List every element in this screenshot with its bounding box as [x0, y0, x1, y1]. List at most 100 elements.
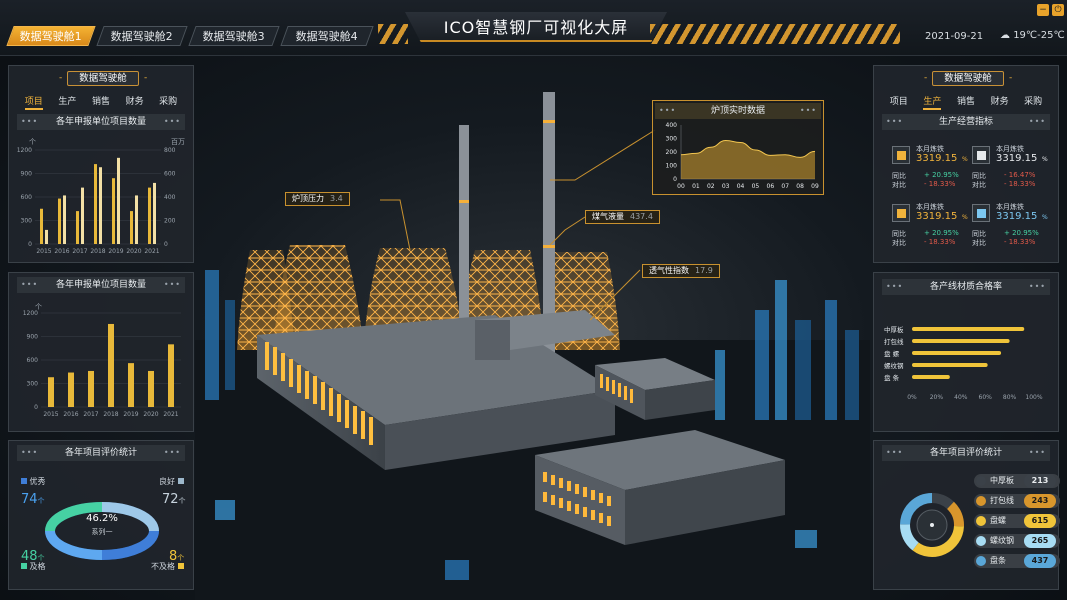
ring-center-label: 系列一: [91, 528, 113, 536]
subtab-sales[interactable]: 销售: [92, 94, 110, 110]
label-permeability-index[interactable]: 透气性指数 17.9: [642, 264, 720, 278]
realtime-header: ••• 炉顶实时数据 •••: [655, 103, 821, 119]
x-tick-label: 05: [752, 183, 760, 190]
dots-icon: •••: [21, 448, 39, 457]
bar: [168, 344, 174, 407]
list-item[interactable]: 打包线 243: [974, 494, 1060, 508]
label-name: 炉顶压力: [292, 194, 324, 203]
y2-tick-label: 800: [164, 147, 176, 154]
huanbi-value: - 18.33%: [1004, 180, 1036, 188]
y2-tick-label: 0: [164, 241, 168, 248]
dashboard-root: 炉顶压力 3.4 煤气液量 437.4 透气性指数 17.9 ••• 炉顶实时数据 •…: [0, 0, 1067, 600]
metric-card[interactable]: 本月炼铁 3319.15% 同比 + 20.95% 对比 - 18.33%: [892, 144, 972, 196]
weather: ☁ 19℃-25℃: [1000, 30, 1065, 41]
metric-card[interactable]: 本月炼铁 3319.15% 同比 - 16.47% 对比 - 18.33%: [972, 144, 1052, 196]
subtab-production[interactable]: 生产: [923, 94, 942, 110]
tab-cockpit-4[interactable]: 数据驾驶舱4: [280, 26, 374, 46]
bullet-icon: [976, 516, 986, 526]
item-value: 243: [1024, 494, 1056, 508]
metric-card[interactable]: 本月炼铁 3319.15% 同比 + 20.95% 对比 - 18.33%: [972, 202, 1052, 254]
subtab-finance[interactable]: 财务: [991, 94, 1009, 110]
subtab-purchase[interactable]: 采购: [1024, 94, 1042, 110]
subtab-finance[interactable]: 财务: [126, 94, 144, 110]
tab-label: 数据驾驶舱1: [19, 30, 82, 43]
legend-swatch: [21, 478, 27, 484]
dots-icon: •••: [886, 448, 904, 457]
bar: [94, 164, 97, 244]
x-tick-label: 2016: [54, 248, 69, 255]
x-tick-label: 0%: [907, 394, 917, 401]
good-label: 良好: [159, 477, 175, 486]
right-top-section-header: ••• 生产经营指标 •••: [882, 114, 1050, 130]
date-text: 2021-09-21: [925, 31, 984, 42]
item-value: 615: [1024, 514, 1056, 528]
left-axis-unit: 个: [29, 138, 36, 146]
minimize-icon[interactable]: −: [1037, 4, 1049, 16]
bar: [63, 195, 66, 244]
subtab-sales[interactable]: 销售: [957, 94, 975, 110]
category-label: 盘 螺: [884, 349, 900, 358]
dots-icon: •••: [1028, 282, 1046, 291]
tongbi-value: + 20.95%: [924, 171, 959, 179]
subtab-project[interactable]: 项目: [890, 94, 908, 110]
tab-cockpit-3[interactable]: 数据驾驶舱3: [188, 26, 280, 46]
cockpit-pill[interactable]: 数据驾驶舱: [67, 71, 139, 86]
dots-icon: •••: [21, 280, 39, 289]
bar: [68, 372, 74, 407]
bar: [58, 198, 61, 244]
item-value: 265: [1024, 534, 1056, 548]
bar: [148, 187, 151, 244]
list-item[interactable]: 螺纹钢 265: [974, 534, 1060, 548]
x-tick-label: 100%: [1025, 394, 1042, 401]
metric-value: 3319.15: [996, 153, 1038, 164]
category-label: 中厚板: [884, 325, 904, 334]
bar: [99, 167, 102, 244]
x-tick-label: 2021: [163, 411, 178, 418]
excellent-label: 优秀: [29, 477, 46, 486]
left-bottom-panel: ••• 各年项目评价统计 ••• 优秀 74个 良好 72个 48个 及格 8个: [8, 440, 194, 590]
x-tick-label: 00: [677, 183, 685, 190]
list-item[interactable]: 盘螺 615: [974, 514, 1060, 528]
bar: [912, 351, 1002, 355]
list-item[interactable]: 中厚板 213: [974, 474, 1060, 488]
bullet-icon: [976, 556, 986, 566]
pass-label: 及格: [29, 562, 46, 571]
right-top-panel: - 数据驾驶舱 - 项目 生产 销售 财务 采购 ••• 生产经营指标 ••• …: [873, 65, 1059, 263]
pill-deco-left: -: [924, 73, 928, 83]
category-label: 盘 条: [884, 373, 900, 382]
qualification-rate-chart: 中厚板打包线盘 螺螺纹钢盘 条 0% 20% 40% 60% 80% 100%: [884, 325, 1043, 401]
huanbi-value: - 18.33%: [924, 180, 956, 188]
header-stripes-left: [378, 24, 408, 44]
subtab-project[interactable]: 项目: [24, 94, 43, 110]
metric-card[interactable]: 本月炼铁 3319.15% 同比 + 20.95% 对比 - 18.33%: [892, 202, 972, 254]
x-tick-label: 80%: [1003, 394, 1017, 401]
cockpit-pill[interactable]: 数据驾驶舱: [932, 71, 1004, 86]
huanbi-label: 对比: [972, 239, 986, 247]
y-tick-label: 0: [34, 404, 38, 411]
page-title: ICO智慧钢厂可视化大屏: [443, 18, 629, 37]
chart-title: 各年申报单位项目数量: [55, 280, 146, 290]
list-item[interactable]: 盘条 437: [974, 554, 1060, 568]
metric-value: 3319.15: [996, 211, 1038, 222]
y-tick-label: 1200: [23, 310, 38, 317]
bar: [130, 211, 133, 244]
right-mid-header: ••• 各产线材质合格率 •••: [882, 279, 1050, 295]
chart-title: 各年申报单位项目数量: [55, 117, 146, 127]
item-name: 打包线: [990, 496, 1014, 505]
excellent-value: 74: [21, 492, 38, 507]
bar: [108, 323, 114, 407]
evaluation-ring-chart: [45, 502, 159, 560]
right-bottom-header: ••• 各年项目评价统计 •••: [882, 445, 1050, 461]
metric-unit: %: [1042, 156, 1048, 163]
label-gas-level[interactable]: 煤气液量 437.4: [585, 210, 660, 224]
subtab-purchase[interactable]: 采购: [159, 94, 177, 110]
label-furnace-pressure[interactable]: 炉顶压力 3.4: [285, 192, 350, 206]
x-tick-label: 08: [796, 183, 804, 190]
y-tick-label: 400: [666, 122, 678, 129]
huanbi-label: 对比: [892, 181, 906, 189]
pass-legend: 及格: [21, 561, 46, 572]
tab-cockpit-2[interactable]: 数据驾驶舱2: [96, 26, 188, 46]
tab-cockpit-1[interactable]: 数据驾驶舱1: [6, 26, 96, 46]
power-icon[interactable]: ⏻: [1052, 4, 1064, 16]
subtab-production[interactable]: 生产: [58, 94, 76, 110]
